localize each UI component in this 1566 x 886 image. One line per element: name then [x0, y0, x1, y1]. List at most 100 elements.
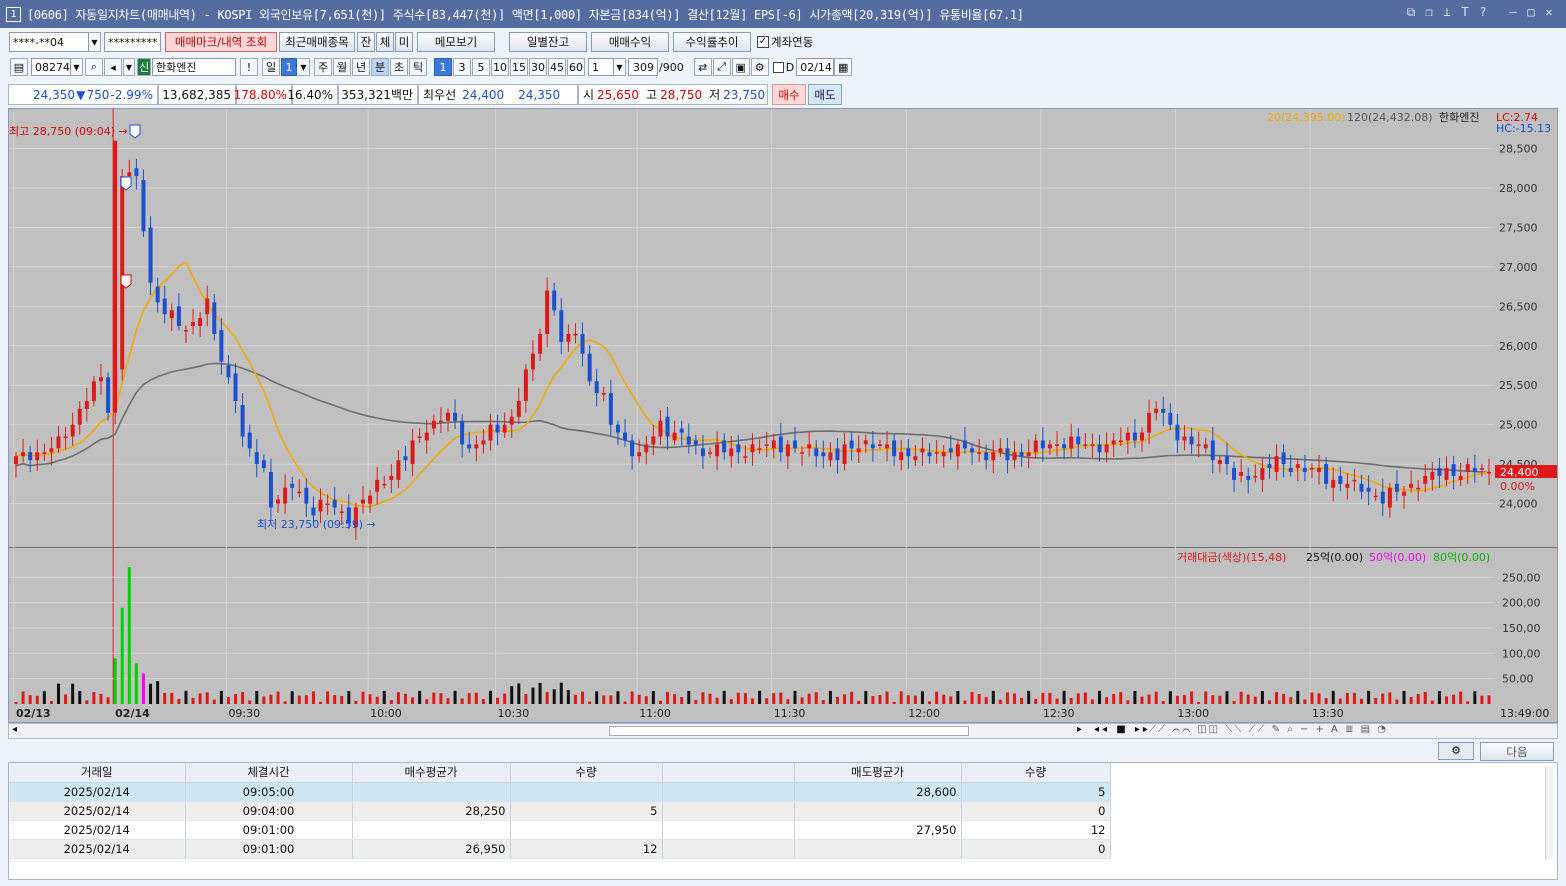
candle-body	[403, 456, 408, 461]
candle-body	[28, 452, 33, 461]
account-input[interactable]: ****-**04	[9, 32, 89, 52]
calendar-icon[interactable]: ▦	[834, 58, 853, 76]
table-scrollbar[interactable]	[1545, 767, 1553, 859]
minute-1-button[interactable]: 1	[434, 58, 452, 76]
trade-profit-button[interactable]: 매매수익	[591, 32, 669, 52]
filled-button[interactable]: 체	[376, 32, 394, 52]
unit-dropdown[interactable]: ▼	[614, 58, 626, 76]
account-dropdown[interactable]: ▼	[89, 32, 101, 52]
table-row[interactable]: 2025/02/14 09:05:00 28,600 5	[9, 782, 1111, 802]
col-buy-qty[interactable]: 수량	[510, 763, 663, 783]
amount-bar	[1175, 695, 1179, 704]
table-row[interactable]: 2025/02/14 09:04:00 28,250 5 0	[9, 801, 1111, 821]
period-daily-button[interactable]: 일	[262, 58, 280, 76]
playback-icons[interactable]: ◂◂ ■ ▸▸	[1094, 724, 1151, 735]
draw-tool-icon[interactable]: ⤢	[712, 58, 731, 76]
recent-stocks-button[interactable]: 최근매매종목	[279, 32, 355, 52]
count-input[interactable]: 309	[628, 58, 658, 76]
speaker-dropdown[interactable]: ▼	[123, 58, 135, 76]
next-button[interactable]: 다음	[1480, 742, 1554, 761]
scroll-left-icon[interactable]: ◂	[12, 724, 17, 735]
settings-button[interactable]: ⚙	[1438, 742, 1474, 760]
amount-bar	[573, 694, 577, 704]
period-week-button[interactable]: 주	[314, 58, 332, 76]
unit-input[interactable]: 1	[588, 58, 614, 76]
col-buy-avg[interactable]: 매수평균가	[352, 763, 511, 783]
count-max: /900	[659, 60, 684, 74]
amount-bar	[1324, 698, 1328, 704]
minute-45-button[interactable]: 45	[548, 58, 566, 76]
account-link-checkbox[interactable]: ✓ 계좌연동	[757, 34, 813, 50]
period-minute-button[interactable]: 분	[371, 58, 389, 76]
amount-legend-legend_main: 거래대금(색상)(15,48)	[1177, 551, 1286, 564]
table-row[interactable]: 2025/02/14 09:01:00 27,950 12	[9, 820, 1111, 840]
col-time[interactable]: 체결시간	[185, 763, 353, 783]
period-tick-button[interactable]: 틱	[409, 58, 427, 76]
gear-icon[interactable]: ⚙	[750, 58, 769, 76]
restore-layout-icon[interactable]: ⧉	[1404, 4, 1418, 20]
d-checkbox[interactable]	[772, 61, 784, 73]
alert-button[interactable]: !	[240, 58, 258, 76]
unfilled-button[interactable]: 미	[395, 32, 413, 52]
save-icon[interactable]: ▣	[731, 58, 750, 76]
minimize-icon[interactable]: –	[1506, 4, 1520, 20]
layout-icon[interactable]: ▤	[10, 58, 28, 76]
chart-scrollbar[interactable]: ◂ ▸ ◂◂ ■ ▸▸ ⟋⟋ ⌒⌒ ◫◫ ⟍⟍ ⟋⟋ ✎ ⌕ − + A ≣ ▤…	[8, 723, 1558, 739]
candle-body	[467, 444, 472, 449]
amount-bar	[715, 697, 719, 704]
minute-5-button[interactable]: 5	[472, 58, 490, 76]
candle-body	[814, 448, 819, 457]
amount-bar	[99, 693, 103, 704]
amount-bar	[538, 682, 542, 704]
help-icon[interactable]: ?	[1476, 4, 1490, 20]
buy-button[interactable]: 매수	[772, 84, 806, 105]
sell-button[interactable]: 매도	[808, 84, 842, 105]
candle-body	[254, 452, 259, 465]
amount-bar	[304, 695, 308, 704]
stock-code-dropdown[interactable]: ▼	[71, 58, 83, 76]
amount-bar	[1005, 692, 1009, 704]
minute-30-button[interactable]: 30	[529, 58, 547, 76]
text-icon[interactable]: T	[1458, 4, 1472, 20]
period-month-button[interactable]: 월	[333, 58, 351, 76]
scroll-thumb[interactable]	[609, 726, 969, 736]
chart-canvas[interactable]: 28,500 28,000 27,500 27,000 26,500 26,000 25,5…	[9, 109, 1558, 723]
date-input[interactable]: 02/14	[796, 58, 835, 76]
indicator-icon[interactable]: ⇄	[693, 58, 712, 76]
daily-balance-button[interactable]: 일별잔고	[509, 32, 587, 52]
balance-button[interactable]: 잔	[357, 32, 375, 52]
cell-buy-avg	[352, 820, 511, 840]
amount-bar	[928, 701, 932, 704]
memo-button[interactable]: 메모보기	[417, 32, 495, 52]
minute-60-button[interactable]: 60	[567, 58, 585, 76]
drawing-tools-icons[interactable]: ⟋⟋ ⌒⌒ ◫◫ ⟍⟍ ⟋⟋ ✎ ⌕ − + A ≣ ▤ ◔	[1149, 724, 1388, 735]
amount-bar	[616, 691, 620, 704]
speaker-icon[interactable]: ◂	[104, 58, 122, 76]
period-year-button[interactable]: 년	[352, 58, 370, 76]
return-trend-button[interactable]: 수익률추이	[673, 32, 751, 52]
period-number[interactable]: 1	[281, 58, 297, 76]
checkbox-icon[interactable]: ✓	[757, 36, 769, 48]
pin-icon[interactable]: ⊥	[1440, 4, 1454, 20]
stock-code-input[interactable]: 082740	[31, 58, 77, 76]
table-row[interactable]: 2025/02/14 09:01:00 26,950 12 0	[9, 839, 1111, 859]
period-dropdown[interactable]: ▼	[298, 58, 310, 76]
minute-15-button[interactable]: 15	[510, 58, 528, 76]
cascade-icon[interactable]: ❐	[1422, 4, 1436, 20]
candle-body	[1359, 483, 1364, 492]
period-second-button[interactable]: 초	[390, 58, 408, 76]
chart-panel[interactable]: 28,500 28,000 27,500 27,000 26,500 26,000 25,5…	[8, 108, 1558, 723]
close-icon[interactable]: ✕	[1542, 4, 1556, 20]
minute-10-button[interactable]: 10	[491, 58, 509, 76]
col-sell-avg[interactable]: 매도평균가	[794, 763, 962, 783]
password-input[interactable]: *********	[104, 32, 161, 52]
window-number: 1	[6, 6, 21, 22]
trade-mark-button[interactable]: 매매마크/내역 조회	[165, 32, 277, 52]
maximize-icon[interactable]: □	[1524, 4, 1538, 20]
scroll-right-icon[interactable]: ▸	[1077, 724, 1082, 735]
col-sell-qty[interactable]: 수량	[961, 763, 1111, 783]
minute-3-button[interactable]: 3	[453, 58, 471, 76]
col-date[interactable]: 거래일	[9, 763, 186, 783]
stock-name-field[interactable]: 한화엔진	[152, 58, 236, 76]
search-icon[interactable]: ⌕	[85, 58, 103, 76]
